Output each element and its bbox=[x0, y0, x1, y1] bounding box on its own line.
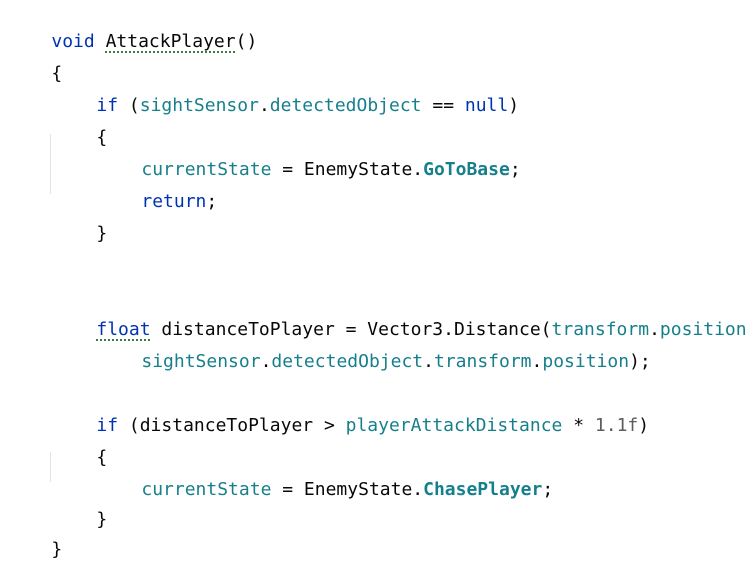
close-brace: } bbox=[96, 509, 108, 530]
code-line-5: currentState = EnemyState.GoToBase; bbox=[98, 134, 520, 180]
dot: . bbox=[258, 95, 270, 116]
code-line-2: { bbox=[8, 38, 62, 84]
code-line-8: float distanceToPlayer = Vector3.Distanc… bbox=[53, 294, 750, 340]
code-line-7: } bbox=[53, 198, 107, 244]
enum-ChasePlayer: ChasePlayer bbox=[423, 479, 543, 500]
close-paren-semicolon: ); bbox=[629, 351, 651, 372]
field-position: position bbox=[542, 351, 630, 372]
field-sightSensor: sightSensor bbox=[139, 95, 259, 116]
operator: * bbox=[562, 415, 595, 436]
field-playerAttackDistance: playerAttackDistance bbox=[345, 415, 563, 436]
semicolon: ; bbox=[542, 479, 554, 500]
close-brace: } bbox=[51, 539, 63, 560]
code-line-3: if (sightSensor.detectedObject == null) bbox=[53, 70, 519, 116]
code-line-4: { bbox=[53, 102, 107, 148]
code-line-12: currentState = EnemyState.ChasePlayer; bbox=[98, 454, 553, 500]
code-text: (distanceToPlayer > bbox=[118, 415, 346, 436]
code-line-9: sightSensor.detectedObject.transform.pos… bbox=[98, 326, 650, 372]
dot: . bbox=[423, 351, 434, 372]
code-line-10: if (distanceToPlayer > playerAttackDista… bbox=[53, 390, 649, 436]
dot: . bbox=[531, 351, 543, 372]
code-line-1: void AttackPlayer() bbox=[8, 6, 257, 52]
enum-GoToBase: GoToBase bbox=[423, 159, 510, 180]
keyword-return: return bbox=[141, 191, 207, 212]
indent-guide bbox=[50, 134, 51, 194]
code-line-14: } bbox=[8, 514, 62, 560]
operator: == bbox=[421, 95, 465, 116]
dot: . bbox=[260, 351, 272, 372]
code-text: = EnemyState. bbox=[271, 479, 424, 500]
semicolon: ; bbox=[206, 191, 218, 212]
parens: () bbox=[235, 31, 258, 52]
field-transform: transform bbox=[433, 351, 532, 372]
close-brace: } bbox=[96, 223, 108, 244]
field-currentState: currentState bbox=[141, 479, 272, 500]
number-literal: 1.1f bbox=[594, 415, 639, 436]
field-detectedObject: detectedObject bbox=[271, 351, 424, 372]
field-sightSensor: sightSensor bbox=[141, 351, 261, 372]
code-text: = EnemyState. bbox=[271, 159, 424, 180]
comma: , bbox=[747, 319, 750, 340]
code-line-11: { bbox=[53, 422, 107, 468]
keyword-null: null bbox=[464, 95, 509, 116]
close-paren: ) bbox=[508, 95, 520, 116]
code-line-13: } bbox=[53, 484, 107, 530]
code-editor[interactable]: void AttackPlayer() { if (sightSensor.de… bbox=[0, 0, 750, 560]
field-detectedObject: detectedObject bbox=[269, 95, 422, 116]
method-name[interactable]: AttackPlayer bbox=[106, 31, 236, 52]
code-text: ( bbox=[118, 95, 140, 116]
close-paren: ) bbox=[638, 415, 650, 436]
field-position: position bbox=[659, 319, 747, 340]
semicolon: ; bbox=[509, 159, 521, 180]
code-line-6: return; bbox=[98, 166, 217, 212]
indent-guide bbox=[50, 452, 51, 482]
